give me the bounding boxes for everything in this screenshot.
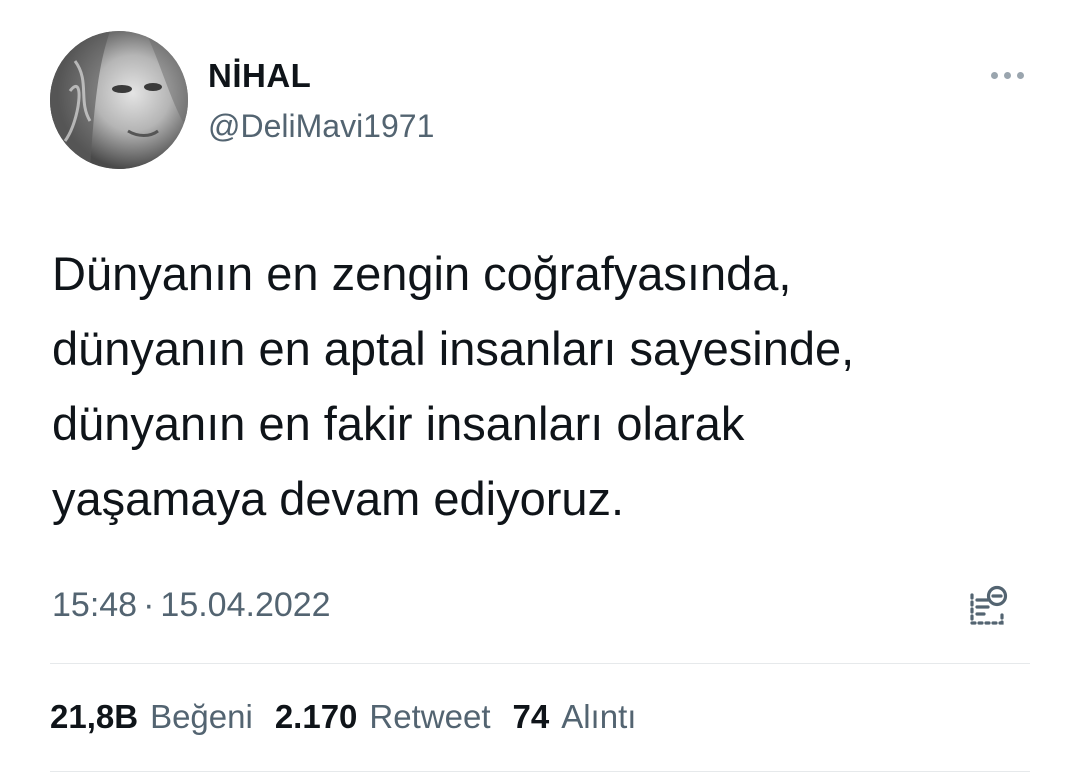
tweet-date: 15.04.2022 [160,586,331,624]
tweet-timestamp[interactable]: 15:48 · 15.04.2022 [52,584,331,626]
retweets-label: Retweet [369,698,491,735]
more-dot-icon [1016,71,1024,79]
tweet-source-icon[interactable] [964,583,1012,631]
more-options-button[interactable] [982,62,1032,88]
quotes-label: Alıntı [561,698,637,735]
likes-label: Beğeni [150,698,253,735]
user-handle[interactable]: @DeliMavi1971 [208,106,434,146]
likes-stat[interactable]: 21,8B Beğeni [50,696,253,738]
likes-count: 21,8B [50,698,139,735]
more-dot-icon [1003,71,1011,79]
retweets-count: 2.170 [274,698,358,735]
avatar[interactable] [50,31,188,169]
divider [50,663,1030,664]
divider [50,771,1030,772]
tweet-card: NİHAL @DeliMavi1971 Dünyanın en zengin c… [0,0,1080,777]
timestamp-separator: · [143,586,155,624]
tweet-text: Dünyanın en zengin coğrafyasında, dünyan… [52,247,855,525]
quotes-stat[interactable]: 74 Alıntı [512,696,636,738]
retweets-stat[interactable]: 2.170 Retweet [275,696,491,738]
more-dot-icon [990,71,998,79]
tweet-time: 15:48 [52,586,138,624]
engagement-stats: 21,8B Beğeni 2.170 Retweet 74 Alıntı [50,696,658,738]
quotes-count: 74 [512,698,550,735]
display-name[interactable]: NİHAL [208,56,311,96]
